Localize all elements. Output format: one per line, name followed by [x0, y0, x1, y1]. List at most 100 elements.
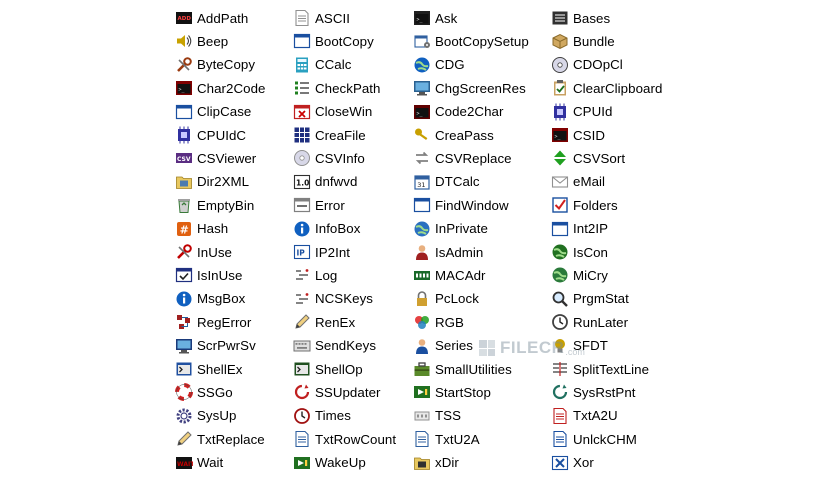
find-window-icon [413, 196, 431, 214]
tool-item-bases[interactable]: Bases [551, 7, 610, 29]
tool-item-xor[interactable]: Xor [551, 452, 594, 474]
folder-image-icon [175, 173, 193, 191]
tool-item-wakeup[interactable]: WakeUp [293, 452, 366, 474]
tool-item-rgb[interactable]: RGB [413, 311, 464, 333]
tool-label: PcLock [435, 291, 479, 307]
tool-item-ccalc[interactable]: CCalc [293, 54, 351, 76]
tool-item-regerror[interactable]: RegError [175, 311, 251, 333]
tool-item-clipcase[interactable]: ClipCase [175, 101, 251, 123]
tool-item-inprivate[interactable]: InPrivate [413, 218, 488, 240]
tool-item-shellop[interactable]: ShellOp [293, 358, 363, 380]
tool-item-prgmstat[interactable]: PrgmStat [551, 288, 629, 310]
tool-item-bundle[interactable]: Bundle [551, 30, 615, 52]
tool-item-txtreplace[interactable]: TxtReplace [175, 428, 265, 450]
tool-item-tss[interactable]: TSS [413, 405, 461, 427]
tool-item-folders[interactable]: Folders [551, 194, 618, 216]
tool-label: SSGo [197, 384, 233, 400]
tool-item-unlckchm[interactable]: UnlckCHM [551, 428, 637, 450]
calendar-icon: 31 [413, 173, 431, 191]
tool-item-emptybin[interactable]: EmptyBin [175, 194, 254, 216]
tool-item-micry[interactable]: MiCry [551, 264, 608, 286]
tool-item-ssgo[interactable]: SSGo [175, 381, 233, 403]
tool-item-isadmin[interactable]: IsAdmin [413, 241, 483, 263]
tool-item-macadr[interactable]: MACAdr [413, 264, 486, 286]
tool-item-cdg[interactable]: CDG [413, 54, 465, 76]
tool-item-times[interactable]: Times [293, 405, 351, 427]
tool-label: WakeUp [315, 455, 366, 471]
tool-item-ncskeys[interactable]: NCSKeys [293, 288, 373, 310]
tool-item-series[interactable]: Series [413, 335, 473, 357]
tool-icon-grid: ADD AddPath Beep ByteCopy >_ Char2Code ClipCas… [0, 0, 836, 484]
tool-item-sysup[interactable]: SysUp [175, 405, 236, 427]
tool-item-scrpwrsv[interactable]: ScrPwrSv [175, 335, 256, 357]
tool-item-csvinfo[interactable]: CSVInfo [293, 147, 365, 169]
tool-item-xdir[interactable]: xDir [413, 452, 459, 474]
tool-item-checkpath[interactable]: CheckPath [293, 77, 381, 99]
tool-label: SmallUtilities [435, 361, 512, 377]
tool-item-msgbox[interactable]: MsgBox [175, 288, 245, 310]
tool-item-isinuse[interactable]: IsInUse [175, 264, 242, 286]
tool-label: PrgmStat [573, 291, 629, 307]
tool-item-cpuid[interactable]: CPUId [551, 101, 612, 123]
tool-item-findwindow[interactable]: FindWindow [413, 194, 509, 216]
tool-item-chgscreenres[interactable]: ChgScreenRes [413, 77, 526, 99]
tool-item-ascii[interactable]: ASCII [293, 7, 350, 29]
palette-icon [413, 313, 431, 331]
tool-item-sysrstpnt[interactable]: SysRstPnt [551, 381, 636, 403]
tool-item-shellex[interactable]: ShellEx [175, 358, 242, 380]
tool-item-closewin[interactable]: CloseWin [293, 101, 372, 123]
tool-item-log[interactable]: Log [293, 264, 337, 286]
tool-label: CDG [435, 57, 465, 73]
tool-item-csviewer[interactable]: CSV CSViewer [175, 147, 256, 169]
tool-label: CSVReplace [435, 150, 512, 166]
chip-icon [175, 126, 193, 144]
restore-icon [551, 383, 569, 401]
tool-item-int2ip[interactable]: Int2IP [551, 218, 608, 240]
tool-item-email[interactable]: eMail [551, 171, 605, 193]
tool-item-hash[interactable]: # Hash [175, 218, 228, 240]
tool-item-bootcopysetup[interactable]: BootCopySetup [413, 30, 529, 52]
tool-label: RunLater [573, 314, 629, 330]
tool-item-addpath[interactable]: ADD AddPath [175, 7, 248, 29]
tool-item-ask[interactable]: >_ Ask [413, 7, 457, 29]
tool-item-bootcopy[interactable]: BootCopy [293, 30, 374, 52]
tool-item-csvsort[interactable]: CSVSort [551, 147, 625, 169]
tool-item-beep[interactable]: Beep [175, 30, 228, 52]
tool-item-error[interactable]: Error [293, 194, 345, 216]
tool-item-txtrowcount[interactable]: TxtRowCount [293, 428, 396, 450]
tool-item-infobox[interactable]: InfoBox [293, 218, 360, 240]
speaker-icon [175, 32, 193, 50]
tool-item-txta2u[interactable]: TxtA2U [551, 405, 618, 427]
svg-text:>_: >_ [555, 134, 562, 140]
timer-icon [551, 313, 569, 331]
tool-item-renex[interactable]: RenEx [293, 311, 355, 333]
tool-item-dtcalc[interactable]: 31 DTCalc [413, 171, 480, 193]
tool-item-cpuidc[interactable]: CPUIdC [175, 124, 246, 146]
tool-item-iscon[interactable]: IsCon [551, 241, 608, 263]
tool-label: RegError [197, 314, 252, 330]
tool-item-startstop[interactable]: StartStop [413, 381, 491, 403]
tool-item-bytecopy[interactable]: ByteCopy [175, 54, 255, 76]
tool-item-ip2int[interactable]: IP IP2Int [293, 241, 350, 263]
tool-item-smallutilities[interactable]: SmallUtilities [413, 358, 512, 380]
tool-item-creapass[interactable]: CreaPass [413, 124, 494, 146]
tool-item-clearclipboard[interactable]: ClearClipboard [551, 77, 662, 99]
tool-item-inuse[interactable]: InUse [175, 241, 232, 263]
tool-item-csid[interactable]: >_ CSID [551, 124, 605, 146]
tool-item-splittextline[interactable]: SplitTextLine [551, 358, 649, 380]
tool-item-wait[interactable]: WAIT Wait [175, 452, 223, 474]
tool-item-runlater[interactable]: RunLater [551, 311, 628, 333]
tool-item-ssupdater[interactable]: SSUpdater [293, 381, 381, 403]
tool-item-cdopcl[interactable]: CDOpCl [551, 54, 623, 76]
tool-item-dir2xml[interactable]: Dir2XML [175, 171, 249, 193]
tool-item-creafile[interactable]: CreaFile [293, 124, 366, 146]
tool-item-char2code[interactable]: >_ Char2Code [175, 77, 265, 99]
tool-item-csvreplace[interactable]: CSVReplace [413, 147, 512, 169]
globe-icon [551, 266, 569, 284]
tool-item-code2char[interactable]: >_ Code2Char [413, 101, 503, 123]
tool-item-txtu2a[interactable]: TxtU2A [413, 428, 480, 450]
tool-item-dnfwvd[interactable]: 1.0 dnfwvd [293, 171, 357, 193]
tool-item-sendkeys[interactable]: SendKeys [293, 335, 376, 357]
tool-item-pclock[interactable]: PcLock [413, 288, 479, 310]
tool-label: MsgBox [197, 291, 246, 307]
